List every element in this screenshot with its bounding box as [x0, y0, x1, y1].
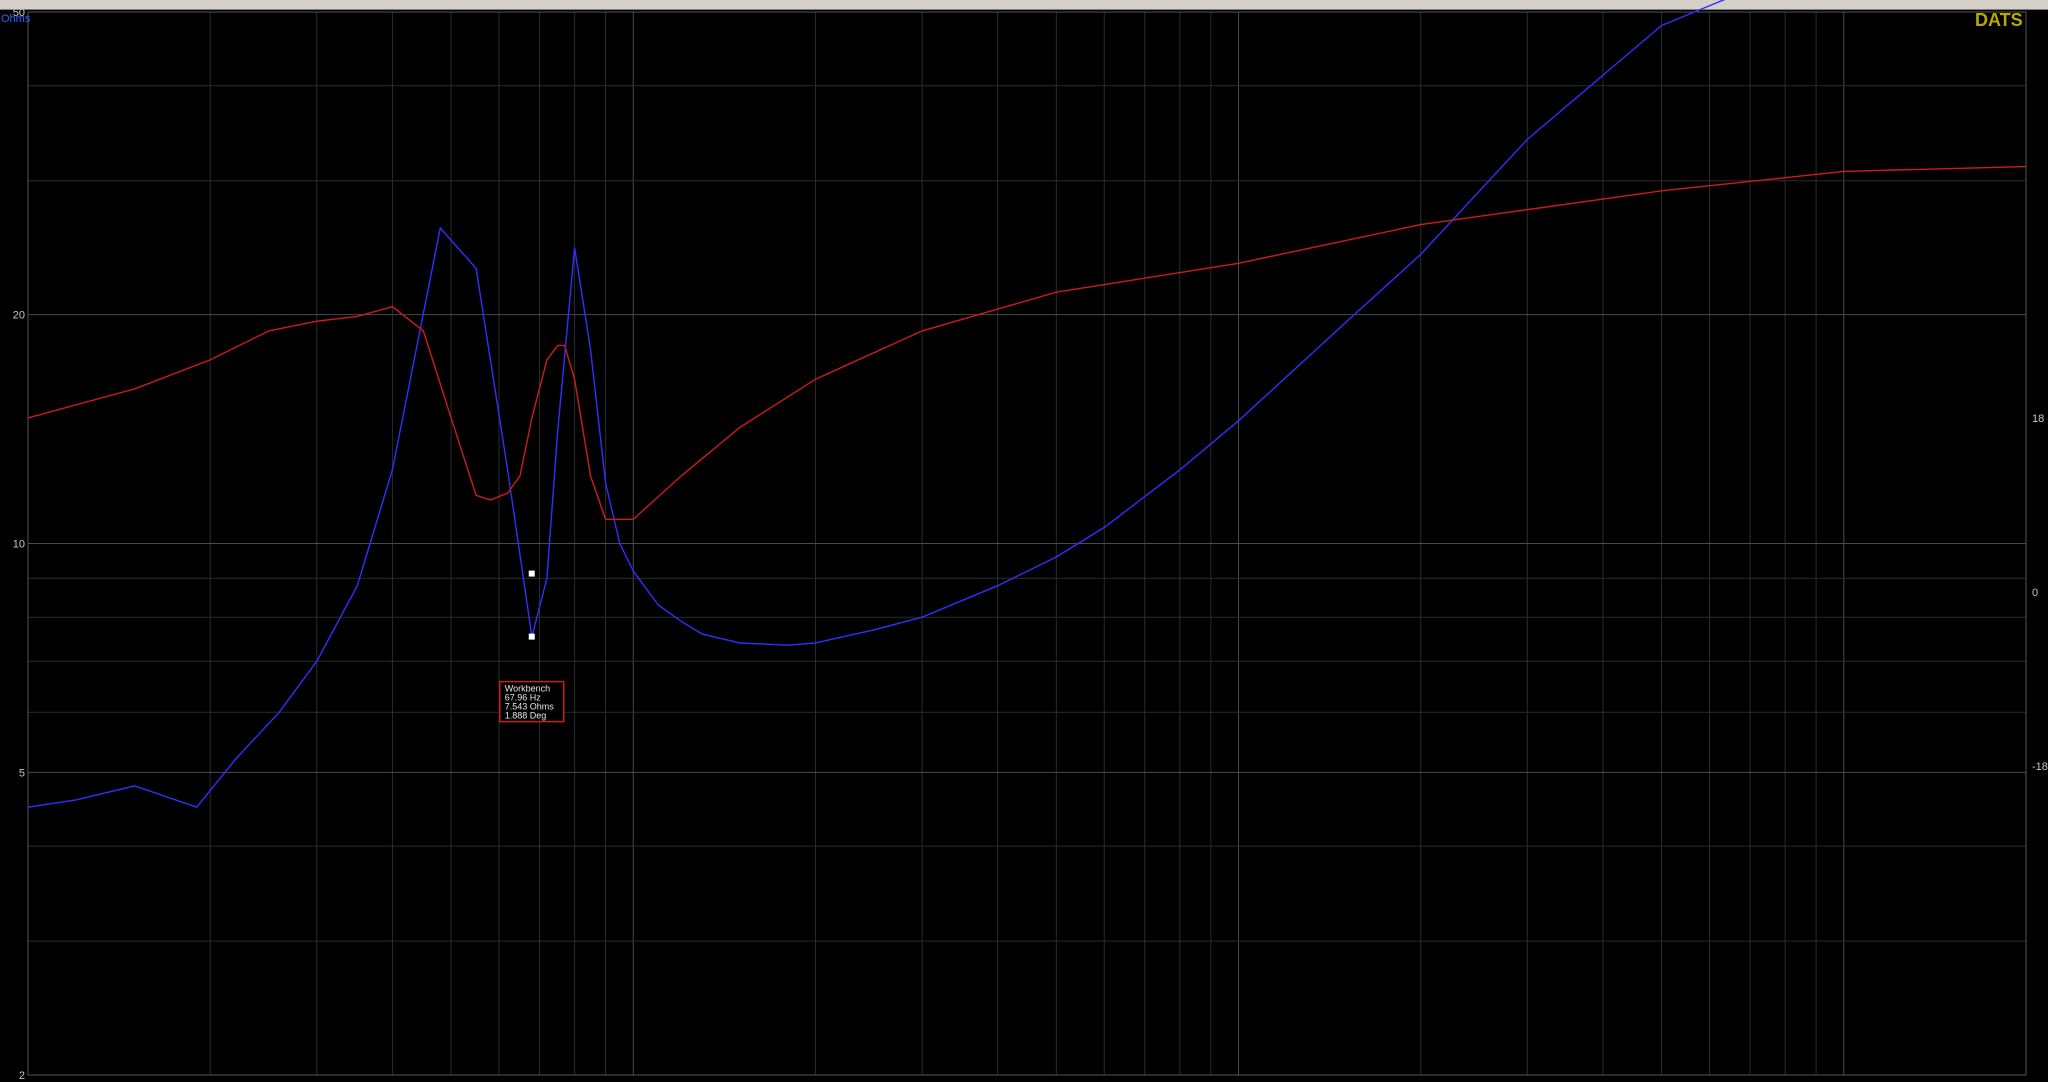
y-tick-label: 10	[13, 539, 25, 551]
y2-tick-label: 0	[2032, 587, 2038, 599]
phase-series-line	[27, 165, 2027, 520]
impedance-marker	[528, 633, 535, 640]
y2-axis: 18 0 -18	[2032, 413, 2048, 773]
series-group	[27, 0, 2027, 809]
y2-tick-label: -18	[2032, 761, 2048, 773]
y-tick-label: 20	[13, 310, 25, 322]
y-axis: Ohms 50201052	[1, 7, 31, 1082]
phase-marker	[528, 570, 535, 577]
y2-tick-label: 18	[2032, 413, 2044, 425]
brand-logo: DATS	[1975, 10, 2023, 30]
impedance-plot[interactable]: Ohms 50201052 180-18 DATS Workbench67.96…	[0, 0, 2048, 1082]
y-tick-label: 5	[19, 767, 25, 779]
grid	[27, 11, 2027, 1076]
cursor-readout: Workbench67.96 Hz7.543 Ohms1.888 Deg	[498, 680, 565, 723]
readout-line: 1.888 Deg	[505, 711, 547, 721]
y-tick-label: 2	[19, 1070, 25, 1082]
y-tick-label: 50	[13, 7, 25, 19]
impedance-series-line	[27, 0, 1726, 809]
